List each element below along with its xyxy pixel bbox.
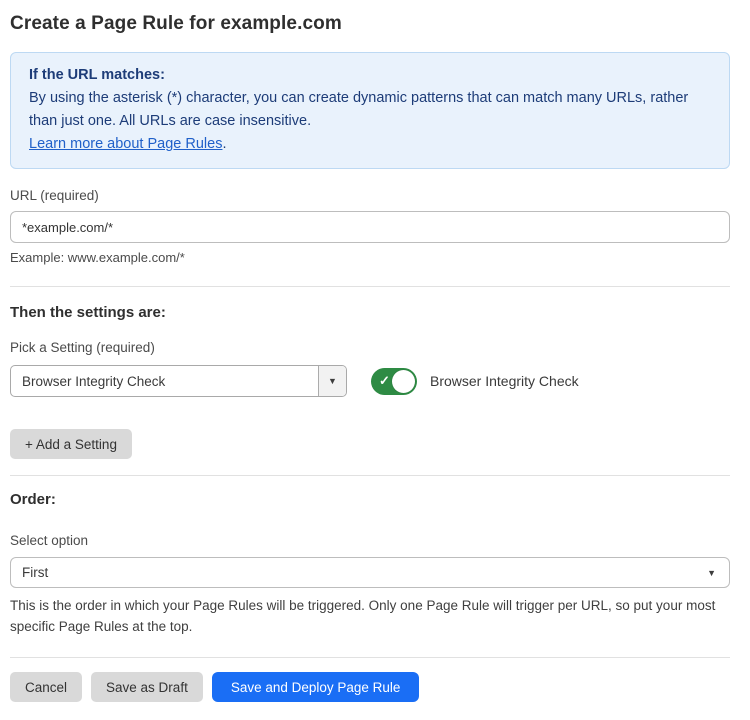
- divider: [10, 657, 730, 658]
- setting-toggle[interactable]: ✓: [371, 368, 417, 395]
- save-and-deploy-button[interactable]: Save and Deploy Page Rule: [212, 672, 420, 702]
- info-box-heading: If the URL matches:: [29, 64, 711, 87]
- save-as-draft-button[interactable]: Save as Draft: [91, 672, 203, 702]
- setting-row: Browser Integrity Check ▼ ✓ Browser Inte…: [10, 365, 730, 397]
- setting-select[interactable]: Browser Integrity Check ▼: [10, 365, 347, 397]
- order-select-value: First: [22, 565, 48, 580]
- info-box-body: By using the asterisk (*) character, you…: [29, 87, 711, 133]
- chevron-down-icon: ▼: [707, 568, 716, 578]
- pick-setting-label: Pick a Setting (required): [10, 340, 730, 355]
- footer-actions: Cancel Save as Draft Save and Deploy Pag…: [10, 672, 730, 702]
- divider: [10, 286, 730, 287]
- add-setting-button[interactable]: + Add a Setting: [10, 429, 132, 459]
- url-example-text: Example: www.example.com/*: [10, 250, 730, 265]
- learn-more-link[interactable]: Learn more about Page Rules: [29, 136, 222, 152]
- cancel-button[interactable]: Cancel: [10, 672, 82, 702]
- link-suffix: .: [222, 136, 226, 152]
- info-box-link-line: Learn more about Page Rules.: [29, 133, 711, 156]
- order-select-label: Select option: [10, 533, 730, 548]
- order-help-text: This is the order in which your Page Rul…: [10, 595, 730, 637]
- settings-section-heading: Then the settings are:: [10, 304, 730, 321]
- page-rule-form: Create a Page Rule for example.com If th…: [0, 0, 750, 702]
- url-input[interactable]: [10, 211, 730, 243]
- url-match-info-box: If the URL matches: By using the asteris…: [10, 52, 730, 169]
- check-icon: ✓: [379, 373, 390, 389]
- divider: [10, 475, 730, 476]
- page-title: Create a Page Rule for example.com: [10, 13, 730, 35]
- order-select[interactable]: First ▼: [10, 557, 730, 588]
- setting-toggle-group: ✓ Browser Integrity Check: [371, 368, 579, 395]
- toggle-knob: [392, 370, 415, 393]
- setting-toggle-label: Browser Integrity Check: [430, 373, 579, 389]
- setting-select-value: Browser Integrity Check: [11, 366, 318, 396]
- order-section-heading: Order:: [10, 491, 730, 508]
- url-field-label: URL (required): [10, 188, 730, 203]
- chevron-down-icon[interactable]: ▼: [318, 366, 346, 396]
